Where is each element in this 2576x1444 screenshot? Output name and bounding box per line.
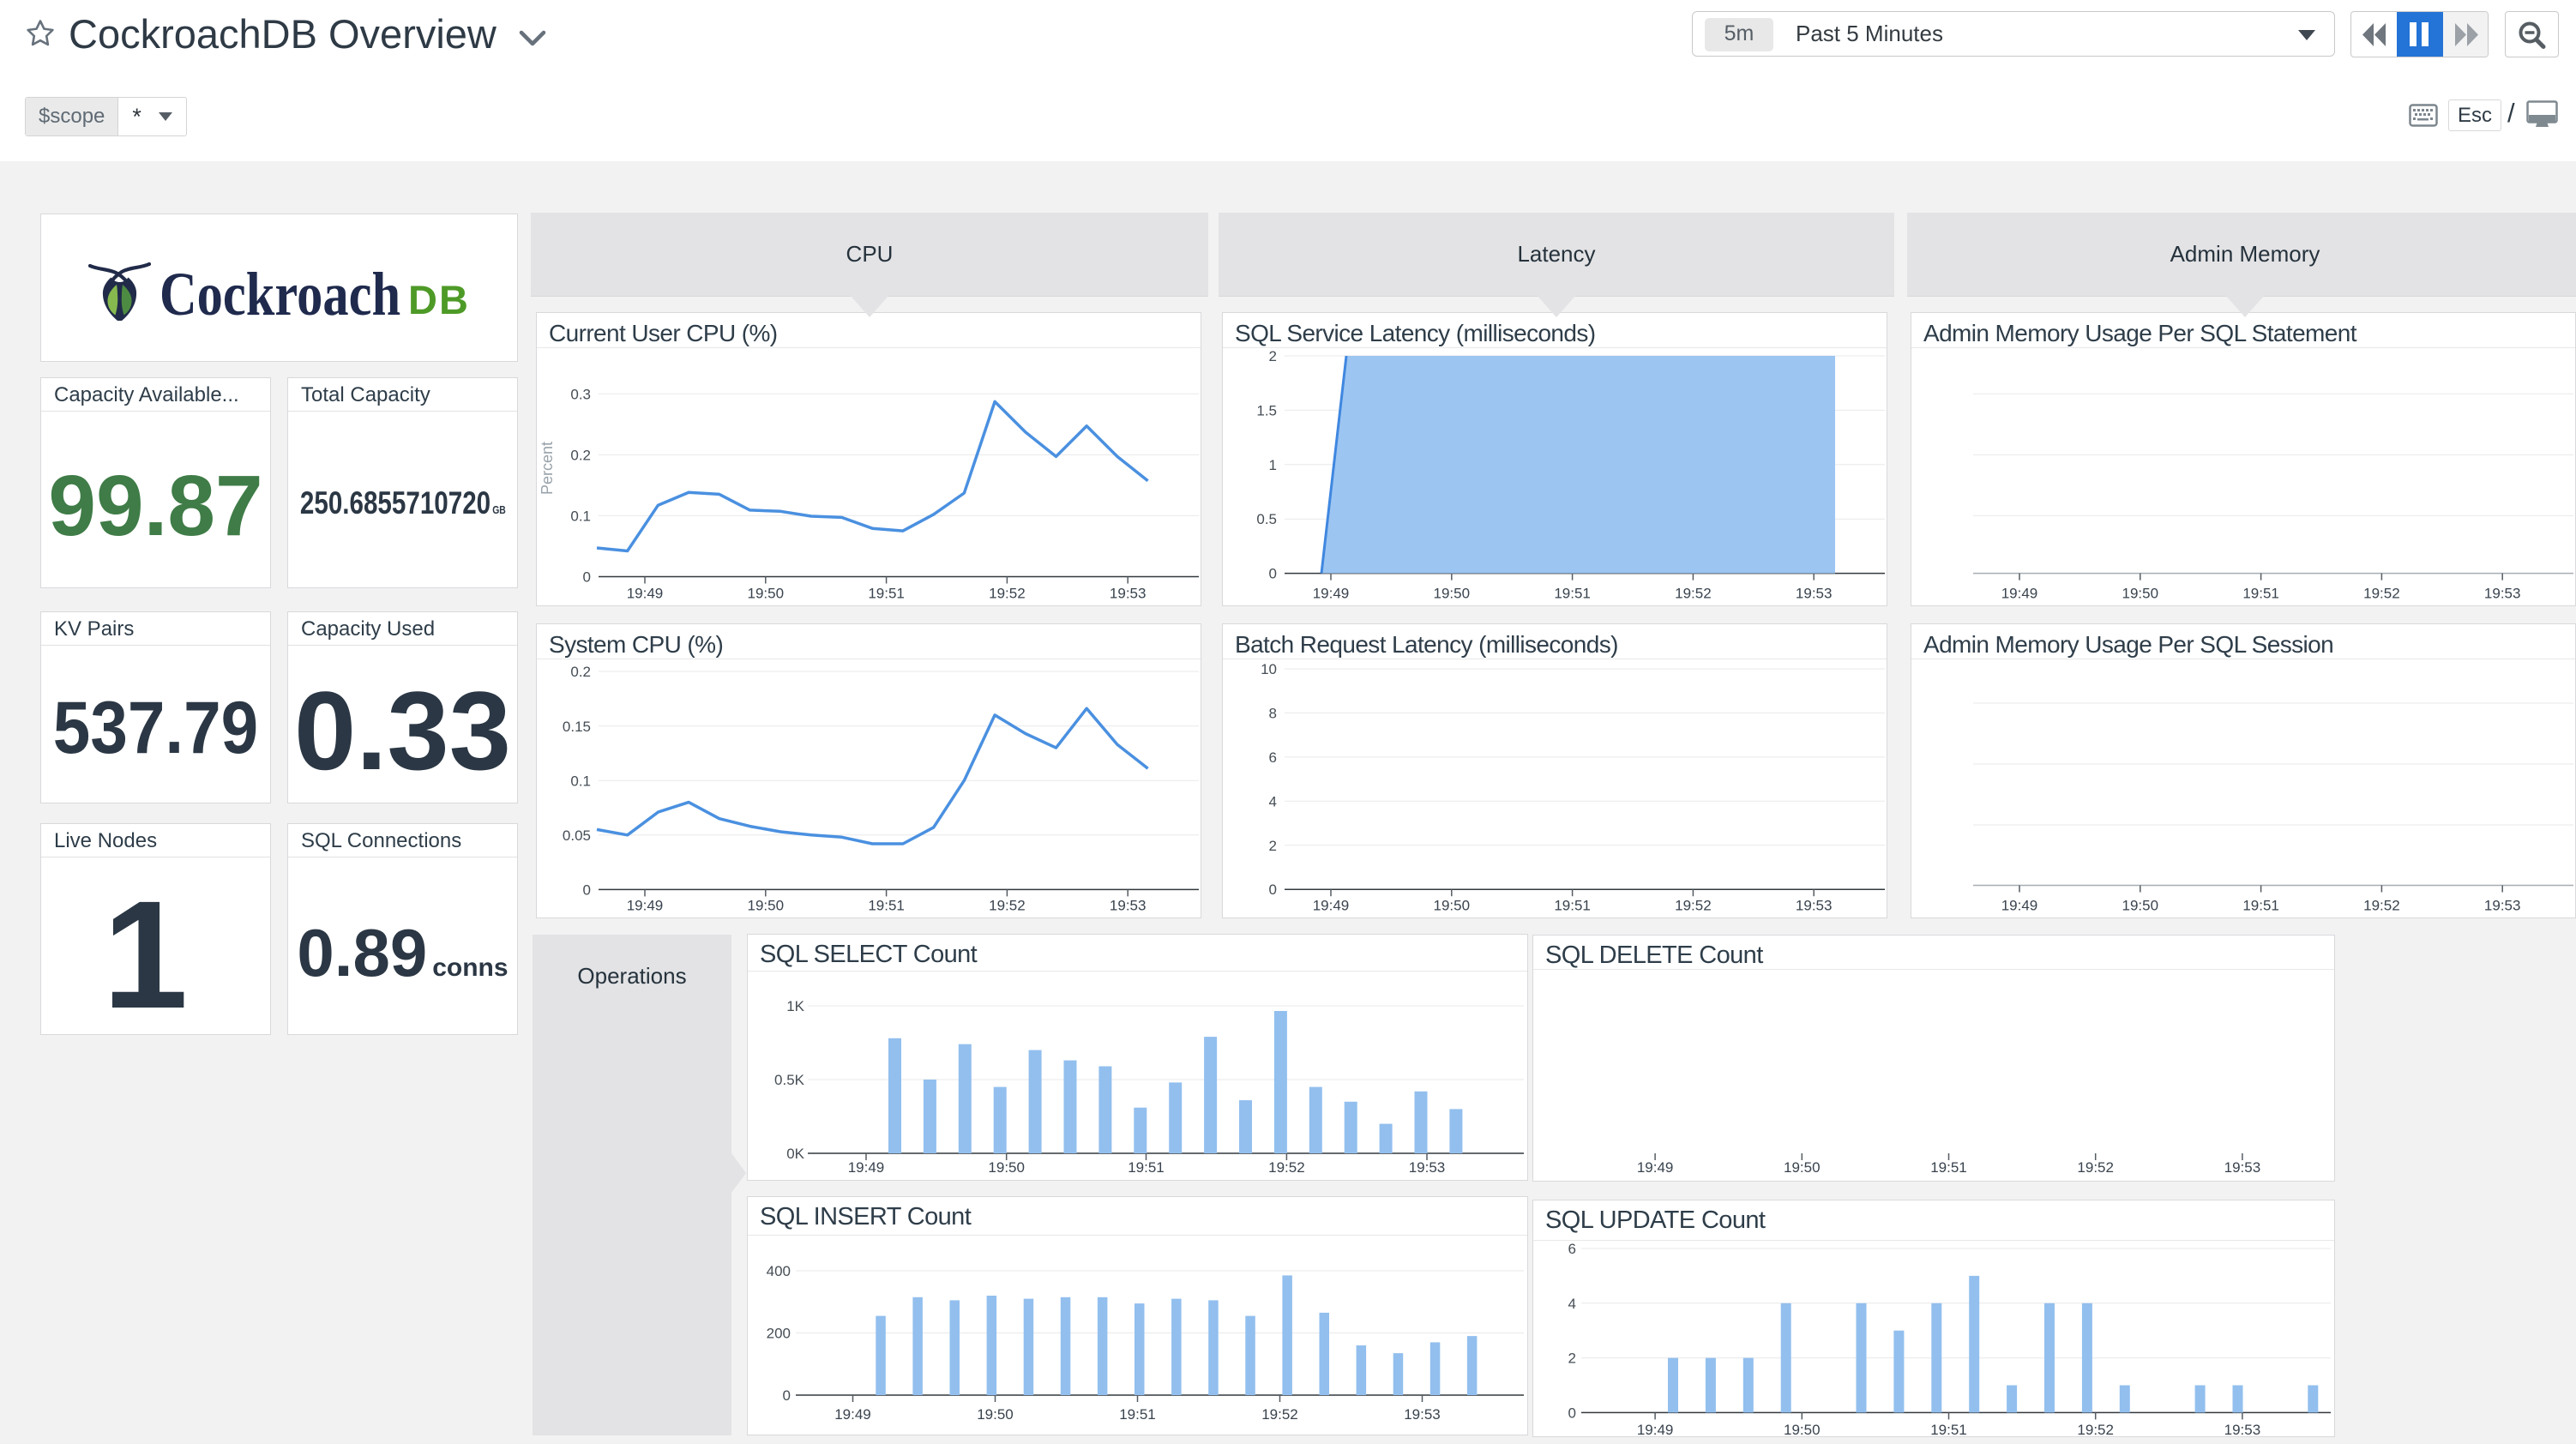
svg-text:19:51: 19:51 <box>2242 586 2279 602</box>
svg-text:19:52: 19:52 <box>2077 1159 2114 1176</box>
svg-text:4: 4 <box>1269 793 1277 809</box>
svg-text:19:52: 19:52 <box>1675 586 1712 602</box>
svg-text:19:49: 19:49 <box>1637 1159 1674 1176</box>
svg-text:19:50: 19:50 <box>748 586 785 602</box>
svg-text:19:49: 19:49 <box>1313 898 1350 914</box>
svg-text:0: 0 <box>1269 881 1277 898</box>
svg-text:19:53: 19:53 <box>1404 1406 1441 1423</box>
svg-text:0.5: 0.5 <box>1256 511 1277 527</box>
svg-text:19:53: 19:53 <box>2484 898 2521 914</box>
svg-text:19:53: 19:53 <box>2224 1159 2261 1176</box>
svg-text:19:53: 19:53 <box>2224 1422 2261 1437</box>
svg-text:0: 0 <box>783 1387 791 1404</box>
svg-text:0K: 0K <box>786 1146 804 1162</box>
svg-text:0.05: 0.05 <box>563 827 591 844</box>
svg-text:19:52: 19:52 <box>1675 898 1712 914</box>
svg-text:19:50: 19:50 <box>1784 1422 1821 1437</box>
svg-text:19:53: 19:53 <box>1796 586 1833 602</box>
svg-text:1K: 1K <box>786 998 804 1014</box>
svg-text:0: 0 <box>583 881 591 898</box>
svg-text:19:52: 19:52 <box>1268 1159 1305 1176</box>
svg-text:19:50: 19:50 <box>748 898 785 914</box>
svg-text:0.2: 0.2 <box>570 447 591 463</box>
svg-text:19:51: 19:51 <box>1930 1159 1967 1176</box>
svg-text:19:52: 19:52 <box>2363 586 2400 602</box>
svg-text:19:50: 19:50 <box>1434 586 1471 602</box>
svg-text:19:51: 19:51 <box>868 898 905 914</box>
svg-text:19:51: 19:51 <box>1119 1406 1156 1423</box>
svg-text:6: 6 <box>1269 749 1277 766</box>
svg-text:19:51: 19:51 <box>1930 1422 1967 1437</box>
svg-text:19:53: 19:53 <box>1110 586 1147 602</box>
svg-text:19:49: 19:49 <box>2001 898 2038 914</box>
svg-text:0.1: 0.1 <box>570 508 591 524</box>
svg-text:0: 0 <box>1269 566 1277 582</box>
svg-text:19:51: 19:51 <box>2242 898 2279 914</box>
svg-text:0: 0 <box>583 569 591 586</box>
svg-text:19:50: 19:50 <box>2122 586 2159 602</box>
svg-text:19:53: 19:53 <box>1110 898 1147 914</box>
svg-text:8: 8 <box>1269 705 1277 721</box>
svg-text:19:49: 19:49 <box>834 1406 871 1423</box>
svg-text:0.3: 0.3 <box>570 386 591 402</box>
svg-text:1.5: 1.5 <box>1256 402 1277 418</box>
svg-text:2: 2 <box>1568 1351 1576 1367</box>
svg-text:19:49: 19:49 <box>1637 1422 1674 1437</box>
svg-text:19:52: 19:52 <box>989 898 1026 914</box>
svg-text:19:52: 19:52 <box>2363 898 2400 914</box>
svg-text:19:53: 19:53 <box>1409 1159 1446 1176</box>
svg-text:19:52: 19:52 <box>989 586 1026 602</box>
svg-text:Percent: Percent <box>539 442 556 495</box>
svg-text:2: 2 <box>1269 348 1277 364</box>
svg-text:0.5K: 0.5K <box>774 1072 805 1088</box>
svg-text:19:51: 19:51 <box>1554 586 1591 602</box>
svg-text:19:52: 19:52 <box>2077 1422 2114 1437</box>
svg-text:19:49: 19:49 <box>627 586 664 602</box>
svg-text:19:49: 19:49 <box>1313 586 1350 602</box>
svg-text:19:51: 19:51 <box>1554 898 1591 914</box>
svg-text:4: 4 <box>1568 1296 1576 1312</box>
svg-text:19:50: 19:50 <box>977 1406 1014 1423</box>
svg-text:400: 400 <box>767 1263 791 1279</box>
svg-text:19:49: 19:49 <box>627 898 664 914</box>
svg-text:0.1: 0.1 <box>570 773 591 789</box>
svg-text:19:51: 19:51 <box>1128 1159 1165 1176</box>
svg-text:0.2: 0.2 <box>570 664 591 680</box>
svg-text:19:51: 19:51 <box>868 586 905 602</box>
svg-text:19:53: 19:53 <box>1796 898 1833 914</box>
svg-text:19:53: 19:53 <box>2484 586 2521 602</box>
svg-text:1: 1 <box>1269 457 1277 473</box>
svg-text:0: 0 <box>1568 1405 1576 1421</box>
svg-text:0.15: 0.15 <box>563 719 591 735</box>
svg-text:10: 10 <box>1261 661 1277 677</box>
svg-text:19:50: 19:50 <box>2122 898 2159 914</box>
svg-text:19:49: 19:49 <box>848 1159 885 1176</box>
svg-text:19:49: 19:49 <box>2001 586 2038 602</box>
svg-text:19:52: 19:52 <box>1261 1406 1298 1423</box>
svg-text:200: 200 <box>767 1326 791 1342</box>
svg-text:19:50: 19:50 <box>1784 1159 1821 1176</box>
svg-text:2: 2 <box>1269 838 1277 854</box>
svg-text:19:50: 19:50 <box>988 1159 1025 1176</box>
svg-text:6: 6 <box>1568 1241 1576 1257</box>
svg-text:19:50: 19:50 <box>1434 898 1471 914</box>
